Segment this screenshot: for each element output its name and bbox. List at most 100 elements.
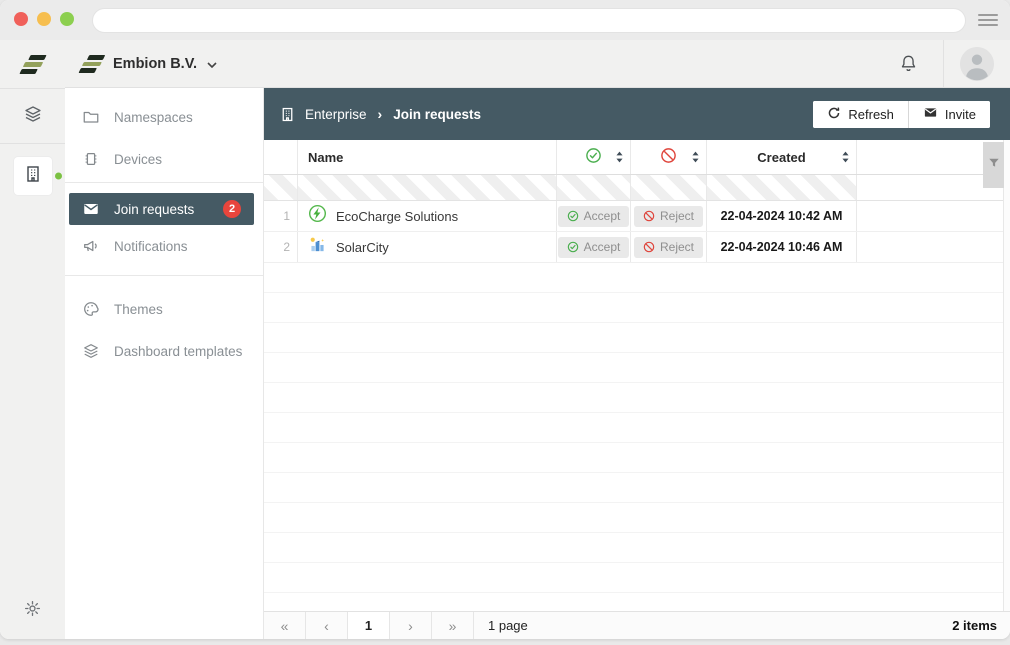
sidebar-item-label: Namespaces — [114, 110, 193, 125]
grid-filter-row — [264, 175, 1010, 201]
current-page-button[interactable]: 1 — [348, 612, 390, 639]
last-page-button[interactable]: » — [432, 612, 474, 639]
table-row: 2 SolarCity Accept — [264, 232, 1010, 263]
items-count-label: 2 items — [952, 612, 1010, 639]
layers-icon — [23, 104, 43, 129]
megaphone-icon — [82, 237, 100, 255]
building-icon — [23, 164, 43, 189]
breadcrumb-current: Join requests — [393, 107, 481, 122]
envelope-icon — [82, 200, 100, 218]
gear-icon — [23, 599, 42, 623]
address-bar[interactable] — [92, 8, 966, 33]
filter-cell[interactable] — [557, 175, 631, 200]
sidebar-item-themes[interactable]: Themes — [65, 288, 263, 330]
check-circle-icon — [567, 241, 579, 253]
breadcrumb-separator: › — [378, 106, 383, 122]
chip-icon — [82, 150, 100, 168]
rail-item-settings[interactable] — [0, 599, 65, 623]
refresh-button[interactable]: Refresh — [813, 101, 908, 128]
browser-chrome — [0, 0, 1010, 41]
close-window-button[interactable] — [14, 12, 28, 26]
grid-header-row: Name — [264, 140, 1010, 175]
sidebar-divider — [65, 182, 263, 183]
sidebar-item-namespaces[interactable]: Namespaces — [65, 96, 263, 138]
row-spacer — [857, 201, 1010, 231]
embion-logo-icon — [79, 55, 106, 73]
rail-logo[interactable] — [0, 40, 65, 89]
refresh-icon — [827, 106, 841, 123]
sidebar-item-join-requests[interactable]: Join requests 2 — [69, 193, 254, 225]
header-accept[interactable] — [557, 140, 631, 174]
folder-icon — [82, 108, 100, 126]
filter-cell[interactable] — [298, 175, 557, 200]
top-bar: Embion B.V. — [65, 40, 1010, 88]
next-page-button[interactable]: › — [390, 612, 432, 639]
header-reject[interactable] — [631, 140, 707, 174]
created-timestamp: 22-04-2024 10:42 AM — [721, 209, 843, 223]
sidebar-item-notifications[interactable]: Notifications — [65, 225, 263, 267]
avatar — [960, 47, 994, 81]
active-green-dot — [55, 173, 62, 180]
header-name[interactable]: Name — [298, 140, 557, 174]
maximize-window-button[interactable] — [60, 12, 74, 26]
sidebar-item-label: Devices — [114, 152, 162, 167]
main-panel: Enterprise › Join requests Refresh — [264, 88, 1010, 639]
toolbar-button-group: Refresh Invite — [813, 101, 990, 128]
row-number: 2 — [283, 240, 290, 254]
sort-toggle[interactable] — [691, 151, 700, 164]
sidebar-divider — [65, 275, 263, 276]
sort-toggle[interactable] — [841, 151, 850, 164]
funnel-icon — [988, 156, 1000, 174]
filter-cell[interactable] — [264, 175, 298, 200]
prev-page-button[interactable]: ‹ — [306, 612, 348, 639]
screenshot-stage: Embion B.V. — [0, 0, 1010, 645]
first-page-button[interactable]: « — [264, 612, 306, 639]
empty-rows-area — [264, 263, 1010, 611]
accept-button[interactable]: Accept — [558, 206, 630, 227]
building-icon — [279, 106, 296, 123]
join-requests-grid: Name — [264, 140, 1010, 611]
minimize-window-button[interactable] — [37, 12, 51, 26]
chevron-down-icon — [207, 56, 217, 72]
filter-gutter-button[interactable] — [983, 142, 1004, 188]
grid-scrollbar-track[interactable] — [1003, 140, 1010, 611]
sidebar-item-label: Join requests — [114, 202, 194, 217]
reject-button[interactable]: Reject — [634, 206, 703, 227]
org-switcher[interactable]: Embion B.V. — [113, 56, 217, 72]
pagination-bar: « ‹ 1 › » 1 page 2 items — [264, 611, 1010, 639]
page-count-label: 1 page — [474, 612, 528, 639]
browser-menu-icon[interactable] — [978, 14, 998, 26]
envelope-icon — [923, 105, 938, 123]
check-circle-icon — [585, 147, 602, 167]
sidebar-item-dashboard-templates[interactable]: Dashboard templates — [65, 330, 263, 372]
user-menu[interactable] — [943, 40, 1010, 88]
browser-window: Embion B.V. — [0, 0, 1010, 639]
header-created[interactable]: Created — [707, 140, 857, 174]
ecocharge-logo-icon — [308, 204, 327, 228]
check-circle-icon — [567, 210, 579, 222]
company-name: EcoCharge Solutions — [336, 209, 458, 224]
rail-item-enterprise-active[interactable] — [14, 157, 52, 195]
sidebar-item-label: Dashboard templates — [114, 344, 242, 359]
row-spacer — [857, 232, 1010, 262]
notifications-bell-button[interactable] — [898, 53, 919, 74]
icon-rail — [0, 40, 66, 639]
rail-item-namespaces[interactable] — [0, 89, 65, 144]
filter-cell[interactable] — [631, 175, 707, 200]
sidebar-item-devices[interactable]: Devices — [65, 138, 263, 180]
header-rownum — [264, 140, 298, 174]
palette-icon — [82, 300, 100, 318]
filter-cell[interactable] — [707, 175, 857, 200]
solarcity-logo-icon — [308, 235, 327, 259]
org-name: Embion B.V. — [113, 56, 197, 72]
sort-toggle[interactable] — [615, 151, 624, 164]
invite-button[interactable]: Invite — [908, 101, 990, 128]
reject-button[interactable]: Reject — [634, 237, 703, 258]
bell-icon — [898, 53, 919, 74]
sidebar-item-label: Themes — [114, 302, 163, 317]
app-shell: Embion B.V. — [0, 40, 1010, 639]
sidebar: Namespaces Devices Join requests 2 — [65, 88, 264, 639]
ban-circle-icon — [643, 241, 655, 253]
accept-button[interactable]: Accept — [558, 237, 630, 258]
breadcrumb-root[interactable]: Enterprise — [305, 107, 367, 122]
